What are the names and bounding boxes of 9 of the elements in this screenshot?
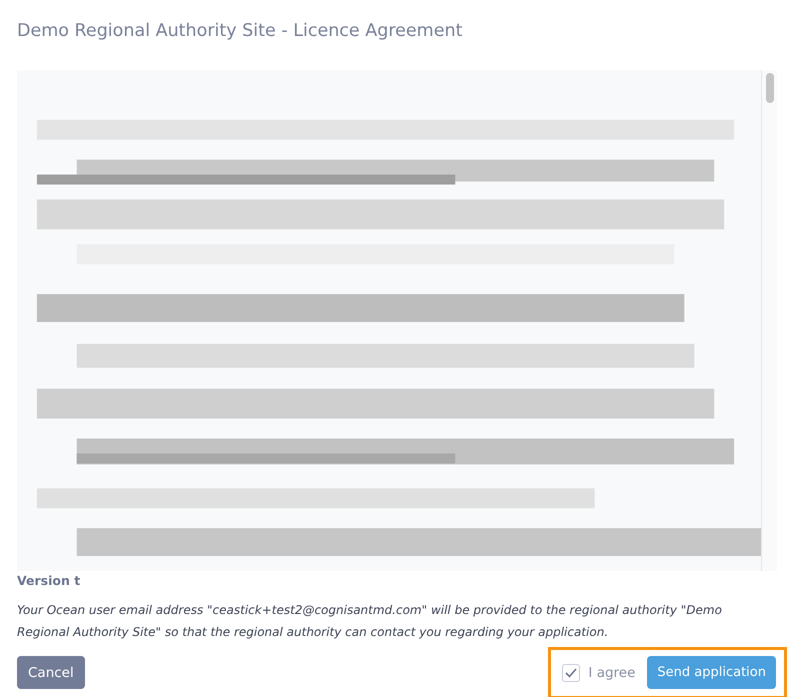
check-icon <box>565 668 578 678</box>
agree-checkbox[interactable] <box>562 664 580 682</box>
send-application-button[interactable]: Send application <box>647 656 776 690</box>
cancel-button[interactable]: Cancel <box>17 656 85 690</box>
scrollbar-thumb[interactable] <box>766 73 774 103</box>
agree-label: I agree <box>588 664 636 681</box>
version-label: Version t <box>17 572 82 588</box>
dialog-title: Demo Regional Authority Site - Licence Agreement <box>17 20 464 43</box>
email-notice: Your Ocean user email address "ceastick+test2@cognisantmd.com" will be provided to the regional authority "Demo Regional Authority Site" so that the regional authority can contact you regarding your application. <box>17 602 723 641</box>
